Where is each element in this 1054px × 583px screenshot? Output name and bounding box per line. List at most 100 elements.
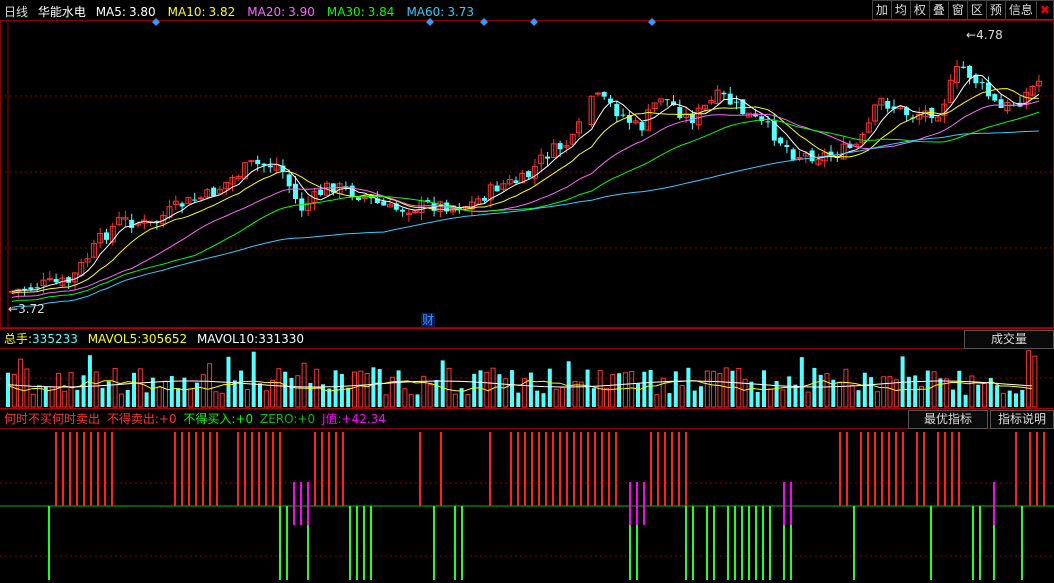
volume-bar xyxy=(578,381,584,408)
candle-body xyxy=(356,197,361,201)
volume-bar xyxy=(591,388,596,407)
volume-bar xyxy=(87,355,92,407)
volume-dropdown-label: 成交量 xyxy=(990,332,1027,346)
volume-bar xyxy=(931,371,937,408)
volume-bar xyxy=(976,384,981,407)
volume-bar xyxy=(566,361,571,407)
stock-name: 华能水电 xyxy=(37,5,86,19)
candle-body xyxy=(967,65,973,78)
volume-bar xyxy=(289,377,294,407)
volume-bar xyxy=(938,378,943,407)
candle-body xyxy=(318,189,324,195)
toolbar-button-2[interactable]: 权 xyxy=(909,0,930,20)
candle-body xyxy=(28,287,34,290)
ma-indicator-3: MA30: 3.84 xyxy=(327,5,401,19)
candle-body xyxy=(526,171,532,178)
toolbar-button-7[interactable]: 信息 xyxy=(1004,0,1037,20)
candle-body xyxy=(594,92,601,95)
volume-bar xyxy=(383,394,389,408)
candle-body xyxy=(513,180,519,184)
volume-bar xyxy=(749,381,754,407)
volume-bar xyxy=(516,392,521,407)
volume-bar xyxy=(913,375,918,407)
volume-bar xyxy=(869,377,874,407)
candle-body xyxy=(248,160,255,163)
volume-bar xyxy=(673,371,678,407)
volume-bar xyxy=(125,390,130,407)
volume-bar xyxy=(881,376,887,408)
toolbar-button-3[interactable]: 叠 xyxy=(928,0,949,20)
ma-label: MA60: xyxy=(406,5,445,19)
best-indicator-button[interactable]: 最优指标 xyxy=(908,410,988,429)
volume-bar xyxy=(654,394,660,408)
close-icon[interactable]: ✖ xyxy=(1035,0,1054,20)
volume-bar xyxy=(427,384,433,408)
volume-bar xyxy=(6,372,10,407)
ma-indicator-1: MA10: 3.82 xyxy=(168,5,242,19)
candle-body xyxy=(179,203,185,207)
volume-bar xyxy=(585,369,590,407)
volume-bar xyxy=(547,368,552,407)
volume-bar xyxy=(969,375,975,408)
volume-bar xyxy=(352,371,357,408)
volume-bar xyxy=(497,374,502,407)
volume-bar xyxy=(787,376,792,407)
candle-body xyxy=(765,121,771,123)
volume-header: 总手:335233 MAVOL5:305652 MAVOL10:331330 xyxy=(4,332,304,346)
ma20-line xyxy=(11,100,1040,298)
volume-bar xyxy=(541,393,546,407)
indicator-header: 何时不买何时卖出 不得卖出:+0 不得买入:+0 ZERO:+0 J值:+42.… xyxy=(4,412,386,426)
ma-indicator-0: MA5: 3.80 xyxy=(96,5,162,19)
volume-bar xyxy=(887,376,893,408)
indicator-help-button[interactable]: 指标说明 xyxy=(990,410,1054,429)
candle-body xyxy=(677,107,683,119)
ma-value: 3.84 xyxy=(367,5,395,19)
volume-bar xyxy=(874,391,880,408)
toolbar-button-6[interactable]: 预 xyxy=(985,0,1006,20)
volume-bar xyxy=(200,374,206,408)
volume-bar xyxy=(176,388,181,407)
volume-bar xyxy=(1026,350,1032,408)
volume-bar xyxy=(686,367,691,407)
volume-bar xyxy=(604,387,609,408)
volume-bar xyxy=(780,389,786,408)
volume-bar xyxy=(434,379,439,407)
volume-bar xyxy=(982,382,987,408)
mavol5-label: MAVOL5: xyxy=(87,332,142,346)
ma-label: MA10: xyxy=(167,5,206,19)
volume-bar xyxy=(402,388,408,408)
buy-label: 不得买入: xyxy=(183,412,236,426)
volume-bar xyxy=(704,370,710,408)
candle-body xyxy=(790,149,796,160)
candle-body xyxy=(639,122,645,131)
finance-marker[interactable]: 财 xyxy=(421,313,436,327)
stock-chart[interactable] xyxy=(0,0,1054,583)
volume-bar xyxy=(112,368,118,408)
volume-bar xyxy=(862,372,867,407)
ma-value: 3.82 xyxy=(208,5,236,19)
volume-bar xyxy=(510,370,514,407)
volume-indicator-dropdown[interactable]: 成交量 xyxy=(964,330,1054,349)
volume-bar xyxy=(717,373,723,408)
volume-bar xyxy=(472,373,477,407)
volume-bar xyxy=(818,374,823,407)
candle-body xyxy=(400,209,406,212)
volume-bar xyxy=(182,377,187,407)
candle-body xyxy=(721,92,727,95)
volume-bar xyxy=(1020,390,1025,407)
indicator-title: 何时不买何时卖出 xyxy=(4,412,101,426)
buy-value: +0 xyxy=(235,412,254,426)
toolbar-button-0[interactable]: 加 xyxy=(871,0,892,20)
volume-bar xyxy=(415,394,420,407)
volume-bar xyxy=(893,379,899,408)
volume-bar xyxy=(156,386,162,408)
candle-body xyxy=(211,187,217,197)
mavol10-line xyxy=(7,380,1033,388)
low-price-label: ←3.72 xyxy=(8,302,45,316)
toolbar-button-5[interactable]: 区 xyxy=(966,0,987,20)
volume-bar xyxy=(24,368,30,408)
toolbar-button-1[interactable]: 均 xyxy=(890,0,911,20)
toolbar-button-4[interactable]: 窗 xyxy=(947,0,968,20)
j-label: J值: xyxy=(321,412,342,426)
volume-bar xyxy=(559,386,565,408)
